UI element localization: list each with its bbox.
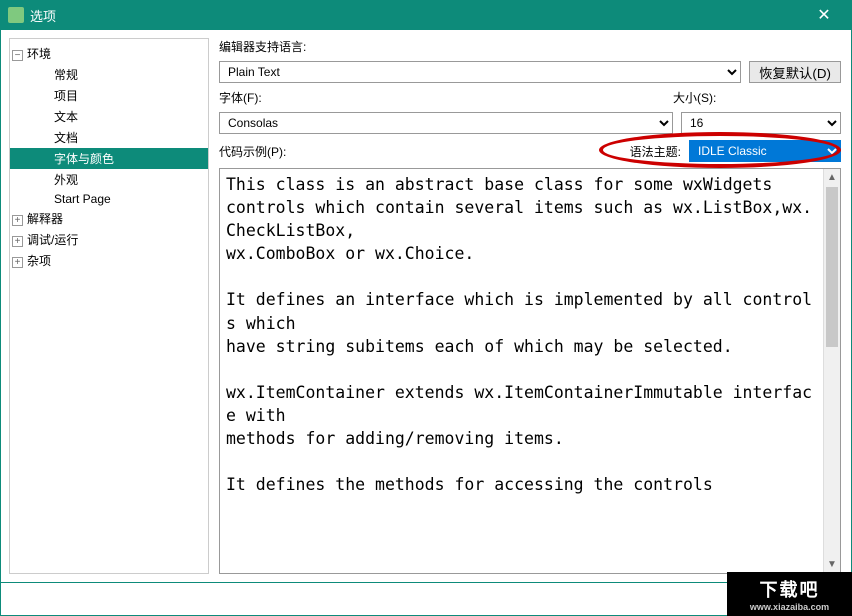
editor-language-select[interactable]: Plain Text [219,61,741,83]
window-title: 选项 [30,6,804,25]
font-label: 字体(F): [219,91,262,105]
scroll-down-icon[interactable]: ▼ [824,556,840,573]
watermark: 下载吧 www.xiazaiba.com [727,572,852,616]
tree-interpreter[interactable]: +解释器 [10,208,208,229]
tree-document[interactable]: 文档 [10,127,208,148]
tree-text[interactable]: 文本 [10,106,208,127]
tree-general[interactable]: 常规 [10,64,208,85]
tree-debug[interactable]: +调试/运行 [10,229,208,250]
close-button[interactable]: ✕ [804,0,844,30]
expand-icon[interactable]: + [12,257,23,268]
editor-lang-label: 编辑器支持语言: [219,38,841,55]
category-tree[interactable]: −环境 常规 项目 文本 文档 字体与颜色 外观 Start Page +解释器… [9,38,209,574]
settings-panel: 编辑器支持语言: Plain Text 恢复默认(D) 字体(F): 大小(S)… [209,30,851,582]
restore-defaults-button[interactable]: 恢复默认(D) [749,61,841,83]
tree-misc[interactable]: +杂项 [10,250,208,271]
titlebar: 选项 ✕ [0,0,852,30]
expand-icon[interactable]: + [12,215,23,226]
font-select[interactable]: Consolas [219,112,673,134]
watermark-text: 下载吧 [760,576,820,602]
size-select[interactable]: 16 [681,112,841,134]
watermark-url: www.xiazaiba.com [750,602,829,612]
app-icon [8,7,24,23]
collapse-icon[interactable]: − [12,50,23,61]
tree-environment[interactable]: −环境 [10,43,208,64]
tree-appearance[interactable]: 外观 [10,169,208,190]
sample-label: 代码示例(P): [219,143,286,160]
theme-label: 语法主题: [630,143,681,160]
tree-fonts-colors[interactable]: 字体与颜色 [10,148,208,169]
size-label: 大小(S): [673,91,716,105]
tree-startpage[interactable]: Start Page [10,190,208,208]
expand-icon[interactable]: + [12,236,23,247]
scroll-thumb[interactable] [826,187,838,347]
scrollbar[interactable]: ▲ ▼ [823,169,840,573]
dialog-footer: 确定 [0,583,852,616]
code-sample-box[interactable]: This class is an abstract base class for… [219,168,841,574]
tree-project[interactable]: 项目 [10,85,208,106]
scroll-up-icon[interactable]: ▲ [824,169,840,186]
syntax-theme-select[interactable]: IDLE Classic [689,140,841,162]
close-icon: ✕ [817,5,830,25]
